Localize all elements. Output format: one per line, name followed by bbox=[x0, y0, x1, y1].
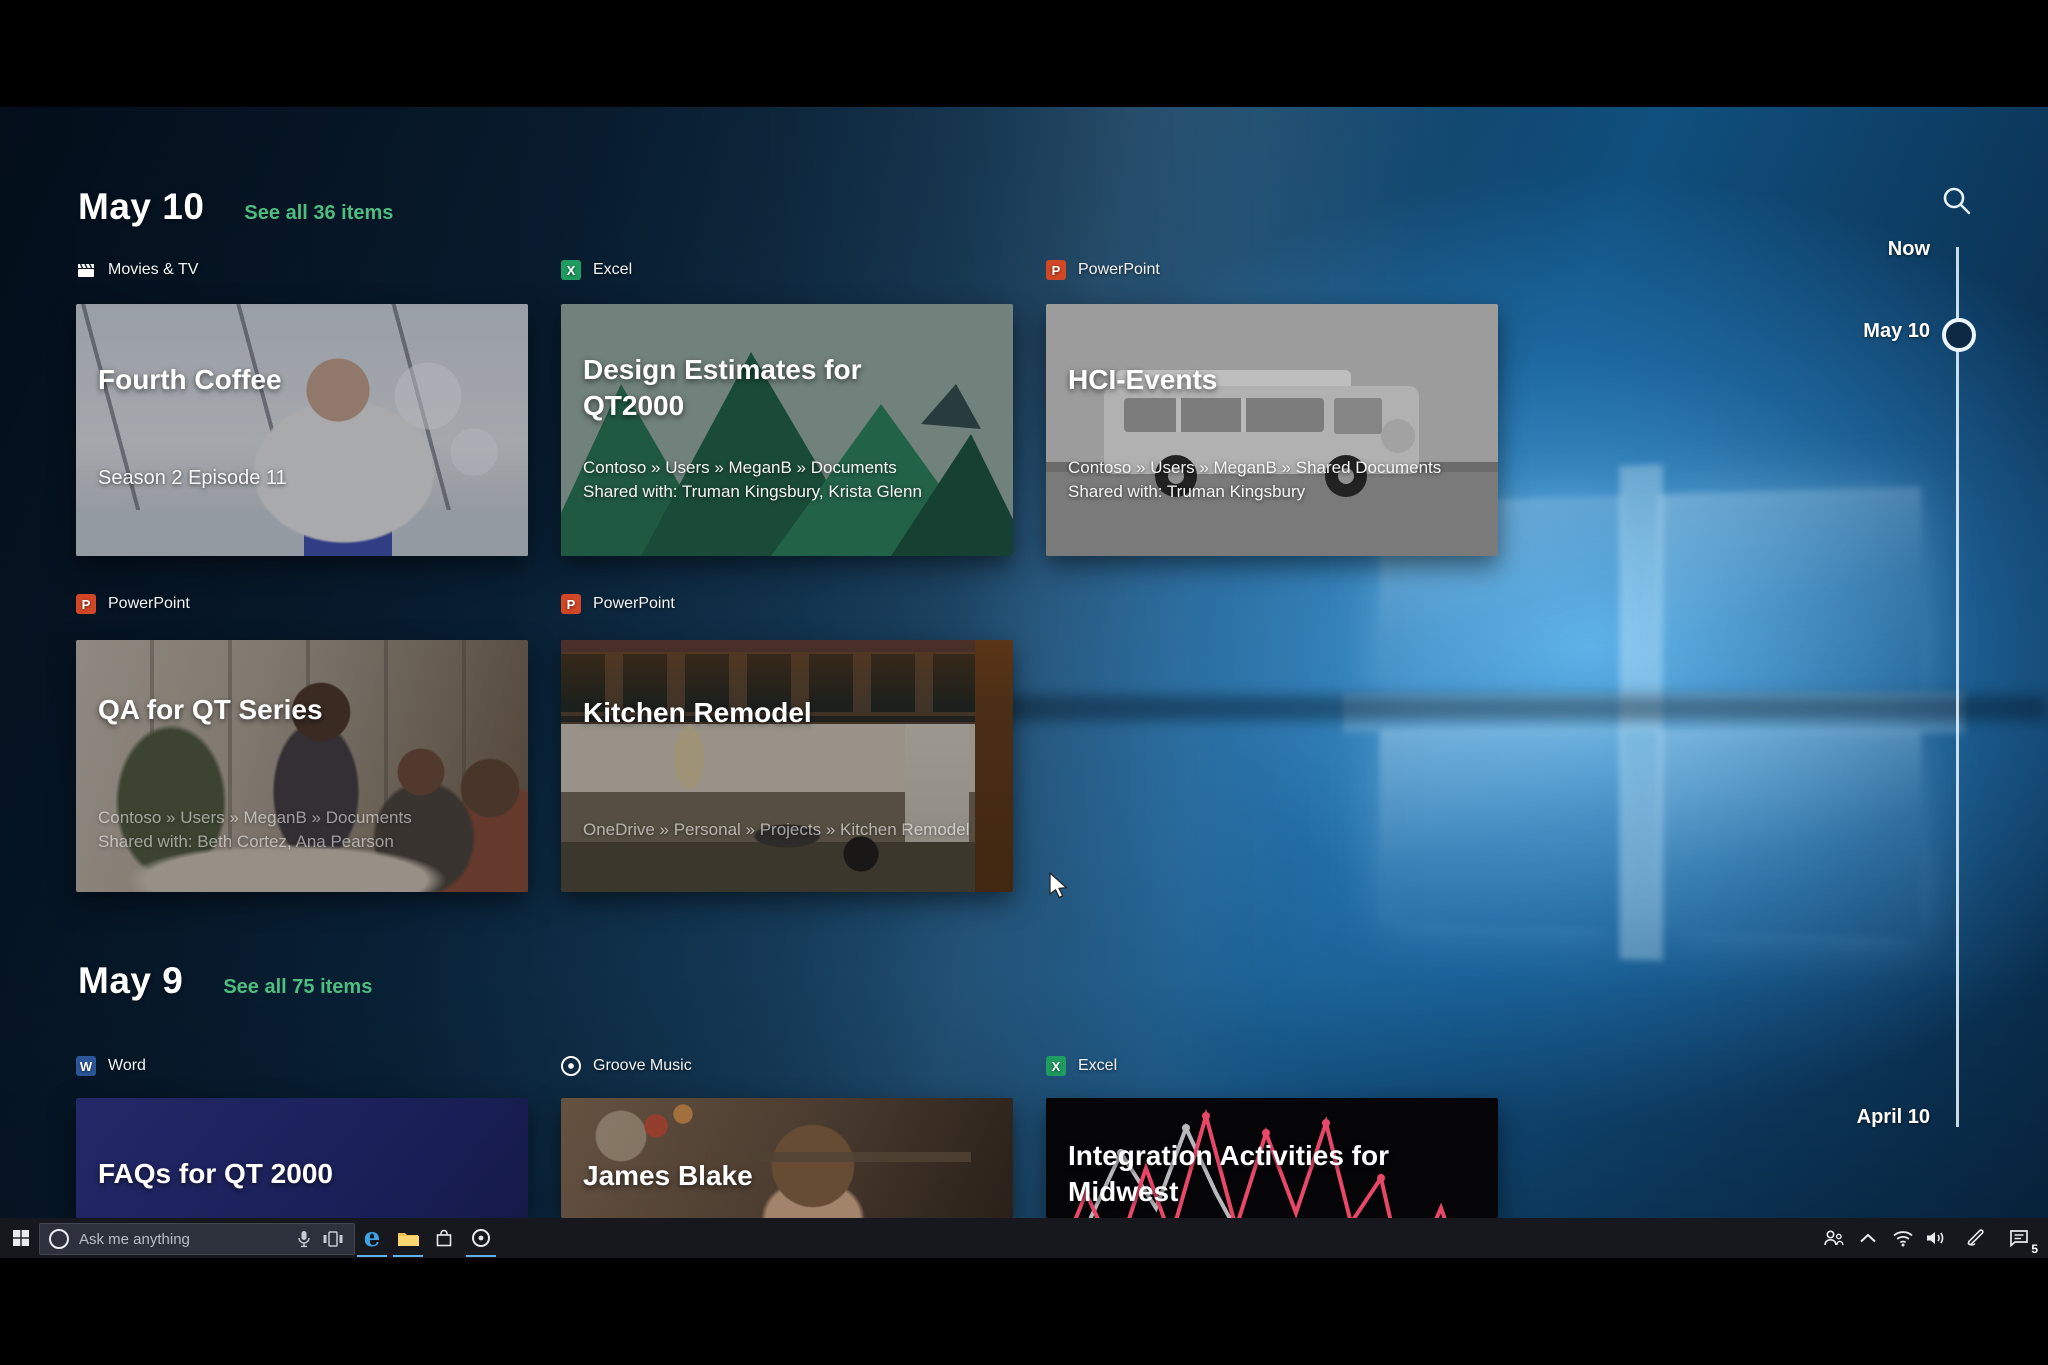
windows-timeline-screen: May 10 See all 36 items Movies & TV X Ex… bbox=[0, 0, 2048, 1365]
search-icon[interactable] bbox=[1938, 182, 1976, 220]
powerpoint-icon: P bbox=[1046, 260, 1066, 280]
card-title: James Blake bbox=[583, 1158, 995, 1194]
app-label-text: PowerPoint bbox=[593, 595, 675, 613]
volume-icon[interactable] bbox=[1922, 1218, 1950, 1258]
excel-icon: X bbox=[1046, 1056, 1066, 1076]
start-button[interactable] bbox=[6, 1218, 36, 1258]
timeline-scrubber-handle[interactable] bbox=[1942, 318, 1976, 352]
card-art bbox=[561, 304, 1013, 556]
card-thumbnail bbox=[561, 640, 1013, 892]
card-shared-with: Shared with: Truman Kingsbury, Krista Gl… bbox=[583, 480, 999, 504]
task-view-icon[interactable] bbox=[322, 1230, 344, 1248]
card-subtitle: Season 2 Episode 11 bbox=[98, 464, 514, 492]
app-label-text: PowerPoint bbox=[108, 595, 190, 613]
card-path: Contoso » Users » MeganB » Documents bbox=[98, 806, 514, 830]
notification-count-badge: 5 bbox=[2031, 1242, 2038, 1256]
app-label-text: Groove Music bbox=[593, 1057, 692, 1075]
app-label-text: Excel bbox=[593, 261, 632, 279]
running-app-indicator bbox=[357, 1255, 387, 1257]
card-title: Fourth Coffee bbox=[98, 362, 510, 398]
see-all-link[interactable]: See all 75 items bbox=[223, 976, 372, 999]
wifi-icon[interactable] bbox=[1890, 1218, 1916, 1258]
card-title: Design Estimates for QT2000 bbox=[583, 352, 913, 425]
app-label-text: Excel bbox=[1078, 1057, 1117, 1075]
store-icon[interactable] bbox=[428, 1218, 460, 1258]
card-breadcrumb: Contoso » Users » MeganB » Documents Sha… bbox=[583, 456, 999, 504]
card-breadcrumb: OneDrive » Personal » Projects » Kitchen… bbox=[583, 818, 999, 842]
groove-icon bbox=[561, 1056, 581, 1076]
pen-icon[interactable] bbox=[1962, 1218, 1990, 1258]
app-label-word: W Word bbox=[76, 1054, 146, 1078]
card-thumbnail bbox=[561, 304, 1013, 556]
card-shared-with: Shared with: Beth Cortez, Ana Pearson bbox=[98, 830, 514, 854]
edge-glyph: e bbox=[364, 1225, 381, 1251]
app-label-powerpoint: P PowerPoint bbox=[1046, 258, 1160, 282]
activity-card-design-estimates[interactable]: Design Estimates for QT2000 Contoso » Us… bbox=[561, 304, 1013, 556]
app-label-movies-tv: Movies & TV bbox=[76, 258, 198, 282]
activity-card-fourth-coffee[interactable]: Fourth Coffee Season 2 Episode 11 bbox=[76, 304, 528, 556]
card-title: Kitchen Remodel bbox=[583, 695, 995, 731]
app-label-text: PowerPoint bbox=[1078, 261, 1160, 279]
card-title: Integration Activities for Midwest bbox=[1068, 1138, 1448, 1211]
card-title: QA for QT Series bbox=[98, 692, 510, 728]
edge-icon[interactable]: e bbox=[356, 1218, 388, 1258]
rail-label-past-date[interactable]: April 10 bbox=[1857, 1106, 1930, 1129]
taskbar-search-box[interactable] bbox=[39, 1223, 355, 1255]
card-path: OneDrive » Personal » Projects » Kitchen… bbox=[583, 818, 999, 842]
activity-card-kitchen-remodel[interactable]: Kitchen Remodel OneDrive » Personal » Pr… bbox=[561, 640, 1013, 892]
app-label-excel: X Excel bbox=[561, 258, 632, 282]
app-label-excel: X Excel bbox=[1046, 1054, 1117, 1078]
app-label-text: Movies & TV bbox=[108, 261, 198, 279]
rail-label-current-date[interactable]: May 10 bbox=[1863, 320, 1930, 343]
rail-label-now[interactable]: Now bbox=[1888, 238, 1930, 261]
card-breadcrumb: Contoso » Users » MeganB » Documents Sha… bbox=[98, 806, 514, 854]
taskbar: e 5 bbox=[0, 1218, 2048, 1258]
search-input[interactable] bbox=[77, 1230, 296, 1249]
section-header-may10: May 10 See all 36 items bbox=[78, 186, 393, 228]
app-label-powerpoint: P PowerPoint bbox=[561, 592, 675, 616]
action-center-icon[interactable]: 5 bbox=[2002, 1218, 2036, 1258]
word-icon: W bbox=[76, 1056, 96, 1076]
running-app-indicator bbox=[466, 1255, 496, 1257]
card-thumbnail bbox=[1046, 304, 1498, 556]
section-header-may9: May 9 See all 75 items bbox=[78, 960, 372, 1002]
card-art bbox=[1046, 304, 1498, 556]
card-breadcrumb: Contoso » Users » MeganB » Shared Docume… bbox=[1068, 456, 1484, 504]
activity-card-faqs[interactable]: FAQs for QT 2000 bbox=[76, 1098, 528, 1218]
groove-app-icon[interactable] bbox=[464, 1218, 498, 1258]
timeline-scrollbar-track[interactable] bbox=[1956, 247, 1959, 1127]
app-label-groove: Groove Music bbox=[561, 1054, 692, 1078]
microphone-icon[interactable] bbox=[296, 1230, 312, 1248]
card-title: FAQs for QT 2000 bbox=[98, 1156, 510, 1192]
card-thumbnail bbox=[76, 304, 528, 556]
card-path: Contoso » Users » MeganB » Documents bbox=[583, 456, 999, 480]
powerpoint-icon: P bbox=[561, 594, 581, 614]
see-all-link[interactable]: See all 36 items bbox=[244, 202, 393, 225]
activity-card-james-blake[interactable]: James Blake bbox=[561, 1098, 1013, 1218]
card-shared-with: Shared with: Truman Kingsbury bbox=[1068, 480, 1484, 504]
running-app-indicator bbox=[393, 1255, 423, 1257]
activity-card-qa-series[interactable]: QA for QT Series Contoso » Users » Megan… bbox=[76, 640, 528, 892]
movies-tv-icon bbox=[76, 260, 96, 280]
letterbox-bottom bbox=[0, 1258, 2048, 1365]
card-title: HCI-Events bbox=[1068, 362, 1480, 398]
card-path: Contoso » Users » MeganB » Shared Docume… bbox=[1068, 456, 1484, 480]
powerpoint-icon: P bbox=[76, 594, 96, 614]
file-explorer-icon[interactable] bbox=[392, 1218, 424, 1258]
app-label-powerpoint: P PowerPoint bbox=[76, 592, 190, 616]
app-label-text: Word bbox=[108, 1057, 146, 1075]
activity-card-integration[interactable]: Integration Activities for Midwest bbox=[1046, 1098, 1498, 1218]
people-icon[interactable] bbox=[1820, 1218, 1846, 1258]
cortana-icon bbox=[49, 1229, 69, 1249]
activity-card-hci-events[interactable]: HCI-Events Contoso » Users » MeganB » Sh… bbox=[1046, 304, 1498, 556]
section-date: May 10 bbox=[78, 186, 204, 228]
section-date: May 9 bbox=[78, 960, 183, 1002]
excel-icon: X bbox=[561, 260, 581, 280]
chevron-up-icon[interactable] bbox=[1856, 1218, 1880, 1258]
